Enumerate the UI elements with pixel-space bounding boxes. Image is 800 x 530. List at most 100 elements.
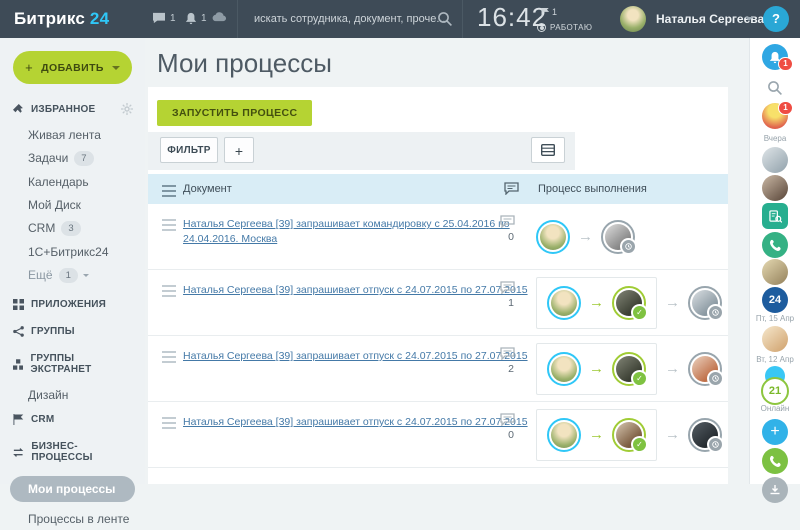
chat-contact-avatar[interactable] — [762, 259, 788, 285]
completed-step-box: → ✓ — [536, 277, 657, 329]
online-users-counter[interactable]: 21 — [761, 377, 789, 405]
help-button[interactable]: ? — [763, 6, 789, 32]
phone-icon — [769, 239, 782, 252]
cloud-indicator[interactable] — [212, 12, 227, 22]
pin-icon — [13, 104, 24, 115]
sidebar-item-feed-processes[interactable]: Процессы в ленте — [0, 507, 145, 530]
sidebar-item-design[interactable]: Дизайн — [0, 383, 145, 406]
flag-indicator[interactable]: 1 — [541, 7, 557, 17]
row-drag-handle-icon[interactable] — [162, 219, 176, 231]
sidebar-section-favorites[interactable]: ИЗБРАННОЕ — [0, 96, 145, 123]
bitrix24-network-button[interactable]: 24 — [762, 287, 788, 313]
approver-avatar[interactable] — [601, 220, 635, 254]
arrow-right-icon: → — [578, 229, 593, 244]
sidebar-item-my-processes-active[interactable]: Мои процессы — [10, 476, 135, 502]
next-approver-avatar[interactable] — [688, 418, 722, 452]
chat-contact-avatar[interactable] — [762, 175, 788, 201]
arrow-right-icon: → — [589, 361, 604, 376]
call-item-button[interactable] — [762, 232, 788, 258]
item-label: 1С+Битрикс24 — [28, 245, 109, 259]
add-button[interactable]: + ДОБАВИТЬ — [13, 51, 132, 84]
sidebar-section-crm[interactable]: CRM — [0, 406, 145, 433]
table-row[interactable]: Наталья Сергеева [39] запрашивает отпуск… — [148, 270, 728, 336]
chat-contact-avatar[interactable]: 1 — [762, 103, 788, 129]
sidebar-item-tasks[interactable]: Задачи7 — [0, 146, 145, 170]
filter-button[interactable]: ФИЛЬТР — [160, 137, 218, 163]
gear-icon[interactable] — [121, 103, 133, 115]
flag-icon — [13, 414, 24, 425]
completed-step-box: → ✓ — [536, 409, 657, 461]
chat-contact-avatar[interactable] — [762, 326, 788, 352]
table-row[interactable]: Наталья Сергеева [39] запрашивает отпуск… — [148, 402, 728, 468]
approved-by-avatar[interactable]: ✓ — [612, 352, 646, 386]
work-status[interactable]: РАБОТАЮ — [537, 23, 592, 32]
row-drag-handle-icon[interactable] — [162, 417, 176, 429]
search-icon[interactable] — [767, 80, 783, 96]
document-link[interactable]: Наталья Сергеева [39] запрашивает отпуск… — [183, 415, 528, 430]
phone-call-button[interactable] — [762, 448, 788, 474]
invite-users-button[interactable]: + — [762, 419, 788, 445]
next-approver-avatar[interactable] — [688, 352, 722, 386]
waiting-clock-badge — [707, 370, 724, 387]
sidebar-item-live-feed[interactable]: Живая лента — [0, 123, 145, 146]
brand-text: Битрикс — [14, 9, 85, 28]
flag-count: 1 — [552, 7, 557, 17]
document-link[interactable]: Наталья Сергеева [39] запрашивает команд… — [183, 217, 513, 247]
row-drag-handle-icon[interactable] — [162, 285, 176, 297]
start-process-button[interactable]: ЗАПУСТИТЬ ПРОЦЕСС — [157, 100, 312, 126]
column-document[interactable]: Документ — [183, 174, 232, 204]
document-link[interactable]: Наталья Сергеева [39] запрашивает отпуск… — [183, 283, 528, 298]
comment-icon — [500, 413, 515, 426]
document-search-button[interactable] — [762, 203, 788, 229]
column-process[interactable]: Процесс выполнения — [538, 174, 647, 204]
initiator-avatar[interactable] — [547, 352, 581, 386]
left-sidebar: + ДОБАВИТЬ ИЗБРАННОЕ Живая лента Задачи7… — [0, 38, 145, 484]
row-drag-handle-icon[interactable] — [162, 351, 176, 363]
notifications-button[interactable]: 1 — [762, 44, 788, 70]
apps-icon — [13, 299, 24, 310]
user-avatar[interactable] — [620, 6, 646, 32]
sidebar-section-groups[interactable]: ГРУППЫ — [0, 318, 145, 345]
approved-by-avatar[interactable]: ✓ — [612, 418, 646, 452]
view-settings-button[interactable] — [531, 137, 565, 163]
sidebar-item-crm[interactable]: CRM3 — [0, 216, 145, 240]
sidebar-section-business-processes[interactable]: БИЗНЕС-ПРОЦЕССЫ — [0, 433, 145, 471]
initiator-avatar[interactable] — [536, 220, 570, 254]
chat-indicator[interactable]: 1 — [152, 12, 176, 24]
sidebar-item-my-drive[interactable]: Мой Диск — [0, 193, 145, 216]
sidebar-section-extranet-groups[interactable]: ГРУППЫ ЭКСТРАНЕТ — [0, 345, 145, 383]
search-input[interactable]: искать сотрудника, документ, проче... — [254, 0, 446, 38]
header-menu-icon[interactable] — [162, 185, 176, 197]
comments-cell[interactable]: 0 — [500, 215, 522, 243]
initiator-avatar[interactable] — [547, 418, 581, 452]
chat-contact-avatar[interactable] — [762, 147, 788, 173]
sidebar-item-1c-bitrix24[interactable]: 1С+Битрикс24 — [0, 240, 145, 263]
comments-cell[interactable]: 1 — [500, 281, 522, 309]
search-icon[interactable] — [437, 11, 453, 27]
approved-by-avatar[interactable]: ✓ — [612, 286, 646, 320]
comments-cell[interactable]: 0 — [500, 413, 522, 441]
table-row[interactable]: Наталья Сергеева [39] запрашивает команд… — [148, 204, 728, 270]
add-filter-button[interactable]: + — [224, 137, 254, 163]
bitrix-logo[interactable]: Битрикс 24 — [14, 0, 109, 38]
filter-toolbar: ФИЛЬТР + — [148, 132, 575, 170]
document-link[interactable]: Наталья Сергеева [39] запрашивает отпуск… — [183, 349, 528, 364]
sidebar-item-calendar[interactable]: Календарь — [0, 170, 145, 193]
comments-cell[interactable]: 2 — [500, 347, 522, 375]
blocks-icon — [13, 359, 23, 370]
user-menu-caret-icon[interactable] — [745, 17, 753, 21]
arrow-right-icon: → — [665, 361, 680, 376]
sidebar-section-apps[interactable]: ПРИЛОЖЕНИЯ — [0, 291, 145, 318]
header-divider — [237, 0, 238, 38]
initiator-avatar[interactable] — [547, 286, 581, 320]
chevron-down-icon — [83, 274, 89, 277]
next-approver-avatar[interactable] — [688, 286, 722, 320]
comments-column-icon — [504, 182, 519, 195]
notifications-indicator[interactable]: 1 — [185, 12, 207, 25]
process-table-rows: Наталья Сергеева [39] запрашивает команд… — [148, 204, 728, 468]
table-row[interactable]: Наталья Сергеева [39] запрашивает отпуск… — [148, 336, 728, 402]
bell-icon — [185, 12, 197, 25]
download-app-button[interactable] — [762, 477, 788, 503]
content-card: ЗАПУСТИТЬ ПРОЦЕСС ФИЛЬТР + Документ Проц… — [148, 87, 728, 484]
sidebar-item-more[interactable]: Ещё1 — [0, 263, 145, 287]
